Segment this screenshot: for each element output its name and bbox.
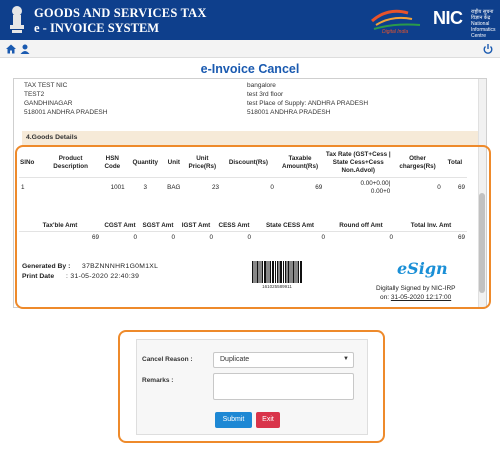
app-subtitle: e - INVOICE SYSTEM (34, 21, 160, 35)
remarks-textarea[interactable] (213, 373, 354, 400)
submit-button[interactable]: Submit (215, 412, 252, 428)
buyer-address: bangalore test 3rd floor test Place of S… (247, 82, 369, 116)
app-title: GOODS AND SERVICES TAX (34, 6, 207, 20)
goods-details-heading: 4.Goods Details (22, 131, 480, 145)
invoice-highlight-box (15, 145, 491, 309)
digital-india-logo-icon: Digital India (371, 9, 421, 35)
power-icon[interactable] (482, 43, 494, 55)
cancel-reason-select[interactable]: Duplicate ▼ (213, 352, 354, 368)
seller-address: TAX TEST NIC TEST2 GANDHINAGAR 518001 AN… (24, 82, 108, 116)
page-title: e-Invoice Cancel (200, 62, 300, 76)
toolbar (0, 40, 500, 58)
app-header: GOODS AND SERVICES TAX e - INVOICE SYSTE… (0, 0, 500, 40)
home-icon[interactable] (5, 43, 17, 55)
nic-logo: NIC राष्ट्रीय सूचना विज्ञान केंद्र Natio… (433, 8, 496, 39)
chevron-down-icon: ▼ (343, 356, 349, 362)
national-emblem-icon (10, 6, 24, 33)
exit-button[interactable]: Exit (256, 412, 280, 428)
svg-text:Digital India: Digital India (382, 29, 408, 35)
cancel-reason-label: Cancel Reason : (142, 356, 193, 363)
remarks-label: Remarks : (142, 377, 174, 384)
user-icon[interactable] (19, 43, 31, 55)
